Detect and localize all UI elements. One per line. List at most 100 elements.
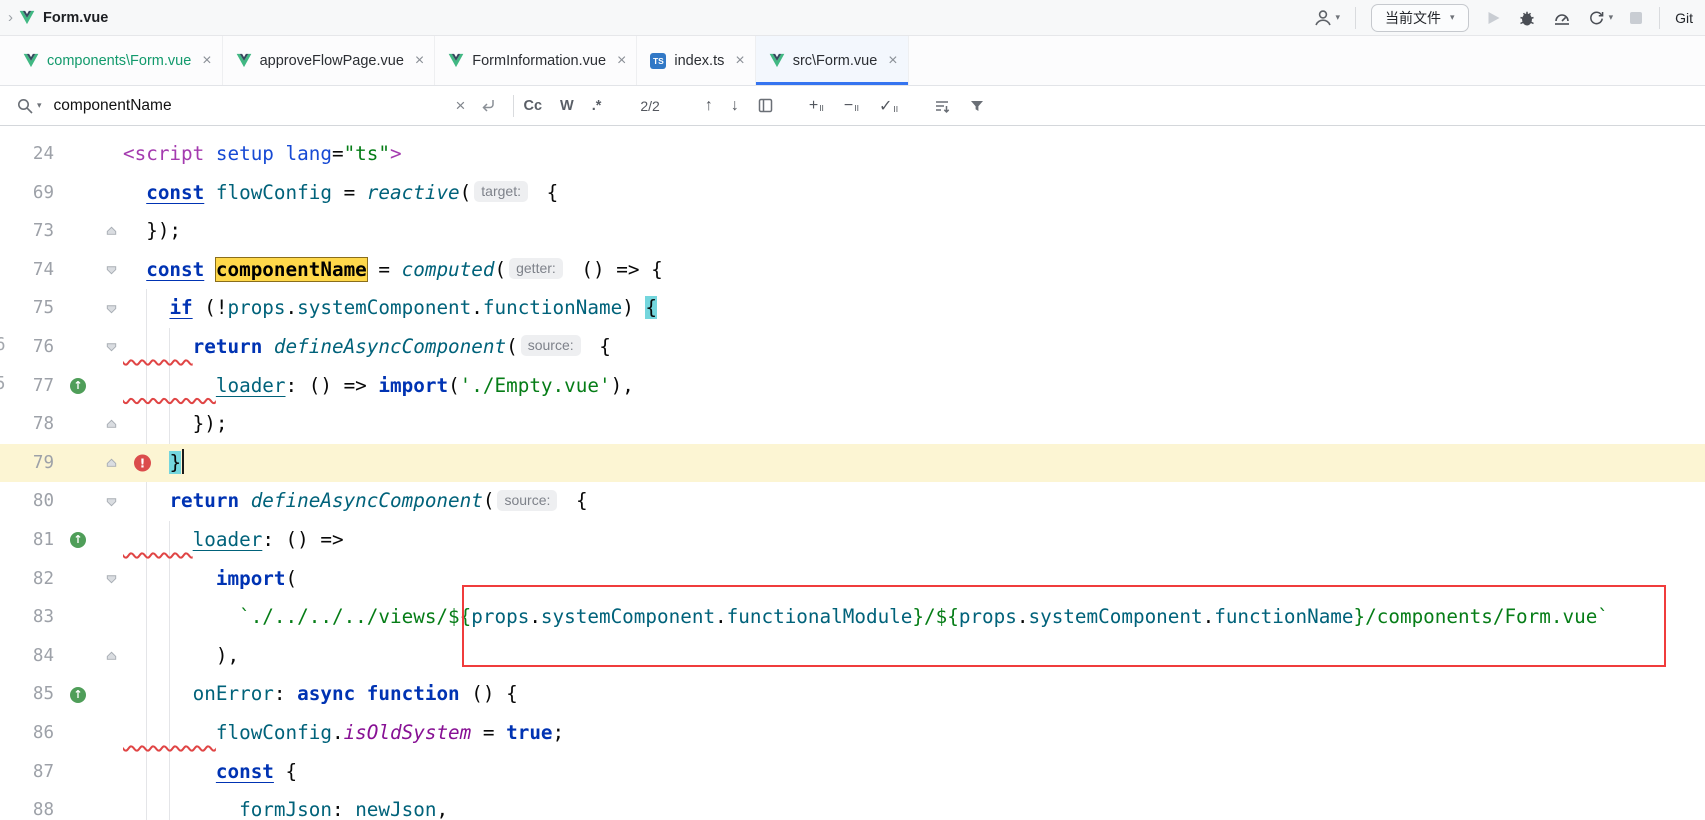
code-text[interactable]: const { — [123, 753, 1705, 792]
find-bar: ▾ componentName × Cc W .* 2/2 ↑ ↓ +II −I… — [0, 86, 1705, 126]
code-line-88[interactable]: 88 formJson: newJson, — [0, 791, 1705, 820]
code-line-84[interactable]: 84 ), — [0, 637, 1705, 676]
tab-src-form.vue[interactable]: src\Form.vue× — [756, 36, 909, 85]
code-line-80[interactable]: 80 return defineAsyncComponent(source: { — [0, 482, 1705, 521]
code-token: onError — [193, 682, 274, 705]
code-text[interactable]: onError: async function () { — [123, 675, 1705, 714]
editor[interactable]: 24<script setup lang="ts">69 const flowC… — [0, 126, 1705, 820]
fold-region-end-icon[interactable] — [104, 224, 119, 239]
fold-region-end-icon[interactable] — [104, 417, 119, 432]
code-line-75[interactable]: 75 if (!props.systemComponent.functionNa… — [0, 289, 1705, 328]
code-text[interactable]: const flowConfig = reactive(target: { — [123, 174, 1705, 213]
fold-region-start-icon[interactable] — [104, 301, 119, 316]
code-token: ( — [286, 567, 298, 590]
rerun-button[interactable]: ▾ — [1587, 8, 1614, 27]
inlay-hint[interactable]: source: — [521, 335, 581, 356]
code-line-87[interactable]: 87 const { — [0, 753, 1705, 792]
filter-button[interactable] — [969, 98, 985, 114]
tab-forminformation.vue[interactable]: FormInformation.vue× — [435, 36, 637, 85]
code-text[interactable]: ! } — [123, 444, 1705, 483]
code-text[interactable]: return defineAsyncComponent(source: { — [123, 328, 1705, 367]
gutter-green-marker-icon[interactable]: ↑ — [70, 378, 86, 394]
code-text[interactable]: import( — [123, 560, 1705, 599]
inlay-hint[interactable]: target: — [474, 181, 528, 202]
fold-region-start-icon[interactable] — [104, 494, 119, 509]
tab-approveflowpage.vue[interactable]: approveFlowPage.vue× — [223, 36, 436, 85]
user-button[interactable]: ▾ — [1313, 8, 1341, 28]
clear-search-icon[interactable]: × — [456, 96, 466, 116]
tab-components-form.vue[interactable]: components\Form.vue× — [10, 36, 223, 85]
run-config-selector[interactable]: 当前文件 ▾ — [1371, 4, 1469, 32]
code-text[interactable]: }); — [123, 405, 1705, 444]
inlay-hint[interactable]: getter: — [509, 258, 563, 279]
fold-region-end-icon[interactable] — [104, 456, 119, 471]
tab-close-icon[interactable]: × — [415, 52, 424, 70]
profiler-button[interactable] — [1552, 8, 1572, 28]
code-text[interactable]: }); — [123, 212, 1705, 251]
tab-close-icon[interactable]: × — [888, 52, 897, 70]
code-line-69[interactable]: 69 const flowConfig = reactive(target: { — [0, 174, 1705, 213]
debug-button[interactable] — [1517, 8, 1537, 28]
line-number: 74 — [0, 251, 54, 290]
code-text[interactable]: const componentName = computed(getter: (… — [123, 251, 1705, 290]
search-input[interactable]: componentName — [54, 97, 456, 115]
tab-close-icon[interactable]: × — [617, 52, 626, 70]
remove-occurrence-button[interactable]: −II — [844, 97, 859, 115]
code-text[interactable]: ), — [123, 637, 1705, 676]
code-text[interactable]: loader: () => — [123, 521, 1705, 560]
next-match-button[interactable]: ↓ — [731, 97, 739, 115]
code-text[interactable]: <script setup lang="ts"> — [123, 135, 1705, 174]
code-text[interactable]: if (!props.systemComponent.functionName)… — [123, 289, 1705, 328]
newline-icon[interactable] — [480, 97, 497, 114]
code-line-82[interactable]: 82 import( — [0, 560, 1705, 599]
code-text[interactable]: return defineAsyncComponent(source: { — [123, 482, 1705, 521]
code-text[interactable]: `./../../../views/${props.systemComponen… — [123, 598, 1705, 637]
gutter-green-marker-icon[interactable]: ↑ — [70, 532, 86, 548]
gutter: 88 — [0, 791, 123, 820]
inlay-hint[interactable]: source: — [497, 490, 557, 511]
code-line-79[interactable]: 79! } — [0, 444, 1705, 483]
select-all-occurrences-button[interactable]: ✓II — [879, 96, 898, 116]
code-token: import — [378, 374, 448, 397]
code-line-74[interactable]: 74 const componentName = computed(getter… — [0, 251, 1705, 290]
code-text[interactable]: flowConfig.isOldSystem = true; — [123, 714, 1705, 753]
tab-close-icon[interactable]: × — [202, 52, 211, 70]
code-line-78[interactable]: 78 }); — [0, 405, 1705, 444]
code-line-77[interactable]: 77↑ loader: () => import('./Empty.vue'), — [0, 367, 1705, 406]
code-token: setup — [216, 142, 274, 165]
code-line-24[interactable]: 24<script setup lang="ts"> — [0, 135, 1705, 174]
code-line-85[interactable]: 85↑ onError: async function () { — [0, 675, 1705, 714]
add-occurrence-button[interactable]: +II — [809, 97, 824, 115]
user-icon — [1313, 8, 1333, 28]
fold-region-start-icon[interactable] — [104, 571, 119, 586]
chevron-right-icon[interactable]: › — [8, 9, 13, 26]
code-token: ), — [216, 644, 239, 667]
stop-button[interactable] — [1628, 10, 1644, 26]
tab-close-icon[interactable]: × — [735, 52, 744, 70]
search-options-button[interactable] — [933, 97, 951, 115]
filter-icon — [969, 98, 985, 114]
code-line-76[interactable]: 76 return defineAsyncComponent(source: { — [0, 328, 1705, 367]
open-in-tool-window-button[interactable] — [757, 97, 774, 114]
tab-index.ts[interactable]: TSindex.ts× — [637, 36, 755, 85]
git-widget[interactable]: Git — [1675, 10, 1693, 26]
fold-region-end-icon[interactable] — [104, 649, 119, 664]
previous-match-button[interactable]: ↑ — [705, 97, 713, 115]
code-token: : () => — [286, 374, 379, 397]
search-button[interactable]: ▾ — [16, 97, 42, 115]
code-line-86[interactable]: 86 flowConfig.isOldSystem = true; — [0, 714, 1705, 753]
fold-region-start-icon[interactable] — [104, 340, 119, 355]
code-line-81[interactable]: 81↑ loader: () => — [0, 521, 1705, 560]
code-text[interactable]: formJson: newJson, — [123, 791, 1705, 820]
code-line-73[interactable]: 73 }); — [0, 212, 1705, 251]
whole-words-toggle[interactable]: W — [560, 98, 574, 114]
code-text[interactable]: loader: () => import('./Empty.vue'), — [123, 367, 1705, 406]
code-line-83[interactable]: 83 `./../../../views/${props.systemCompo… — [0, 598, 1705, 637]
line-number: 82 — [0, 560, 54, 599]
gutter-green-marker-icon[interactable]: ↑ — [70, 687, 86, 703]
error-icon[interactable]: ! — [134, 455, 151, 472]
fold-region-start-icon[interactable] — [104, 263, 119, 278]
match-case-toggle[interactable]: Cc — [523, 98, 542, 114]
run-button[interactable] — [1484, 9, 1502, 27]
regex-toggle[interactable]: .* — [592, 98, 602, 114]
